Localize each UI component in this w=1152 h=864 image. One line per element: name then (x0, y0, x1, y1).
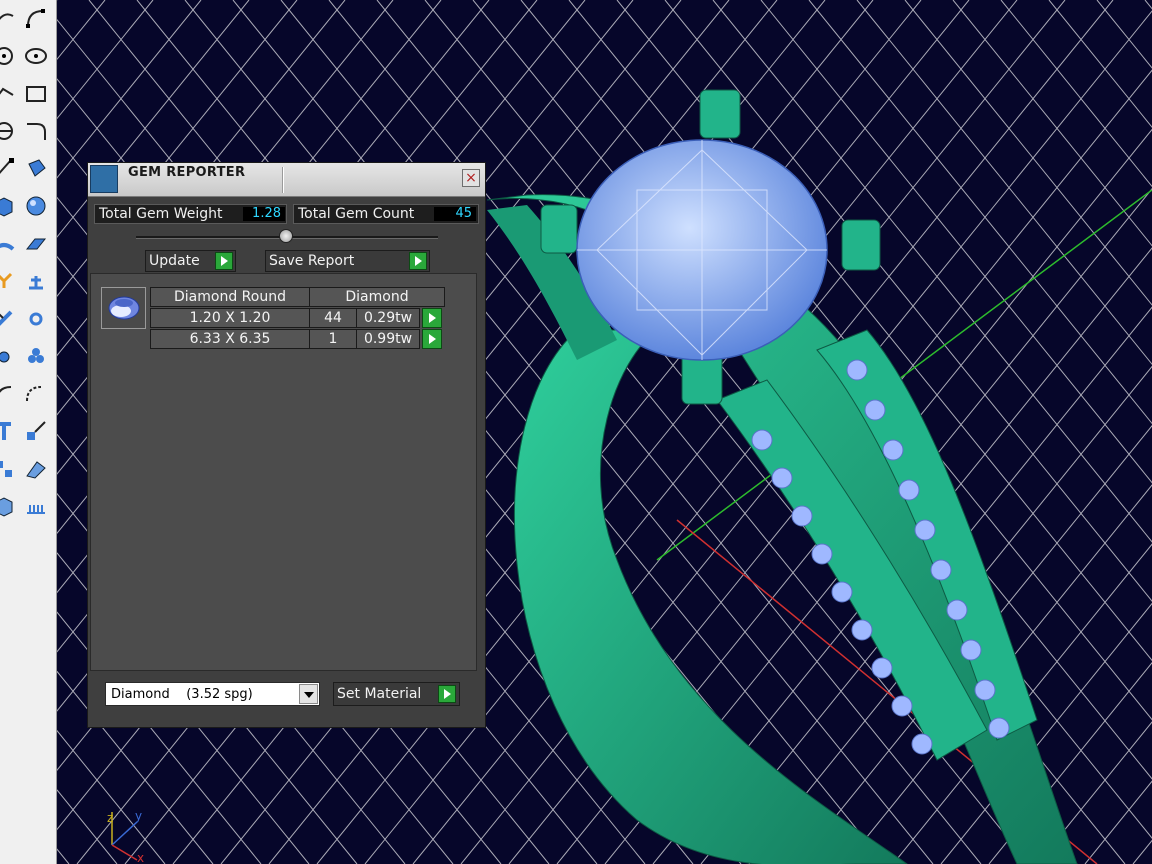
row1-count: 44 (309, 308, 357, 328)
grid-line (1048, 0, 1152, 128)
save-report-go-icon (409, 252, 427, 270)
window-title: GEM REPORTER (128, 165, 246, 180)
box-icon[interactable] (0, 188, 18, 226)
total-gem-weight-value: 1.28 (243, 207, 285, 221)
cube-icon[interactable] (0, 488, 18, 526)
row2-select-button[interactable] (422, 329, 442, 349)
grid-line (1096, 0, 1152, 69)
grid-line (57, 848, 70, 864)
set-material-button[interactable]: Set Material (333, 682, 460, 706)
gumball-icon[interactable] (22, 263, 50, 301)
axis-y-label: y (135, 809, 142, 823)
update-go-icon (215, 252, 233, 270)
fillet-icon[interactable] (22, 113, 50, 151)
dots-icon[interactable] (22, 338, 50, 376)
total-gem-weight: Total Gem Weight 1.28 (94, 204, 287, 224)
measure-icon[interactable] (22, 488, 50, 526)
total-gem-weight-label: Total Gem Weight (99, 206, 223, 222)
save-report-label: Save Report (269, 253, 355, 269)
axis-x-label: x (137, 851, 144, 864)
update-button[interactable]: Update (145, 250, 236, 272)
row1-weight: 0.29tw (356, 308, 420, 328)
axis-indicator: z y x (107, 809, 144, 864)
row2-size: 6.33 X 6.35 (150, 329, 310, 349)
row2-weight: 0.99tw (356, 329, 420, 349)
array-icon[interactable] (22, 413, 50, 451)
gem-thumbnail[interactable] (101, 287, 146, 329)
scale-icon[interactable] (22, 375, 50, 413)
circle-icon[interactable] (0, 38, 18, 76)
polyline-icon[interactable] (0, 75, 18, 113)
axis-z-label: z (107, 811, 113, 825)
set-material-label: Set Material (337, 686, 422, 702)
material-value: Diamond (3.52 spg) (111, 686, 253, 702)
patch-icon[interactable] (22, 225, 50, 263)
curve-icon[interactable] (0, 0, 18, 38)
toolbar-column-2 (22, 0, 50, 525)
trim-icon[interactable] (0, 300, 18, 338)
total-gem-count-value: 45 (434, 207, 476, 221)
close-button[interactable]: × (462, 169, 480, 187)
arc-icon[interactable] (22, 0, 50, 38)
split-icon[interactable] (22, 300, 50, 338)
join-icon[interactable] (0, 338, 18, 376)
total-gem-count: Total Gem Count 45 (293, 204, 479, 224)
set-material-go-icon (438, 685, 456, 703)
row1-select-button[interactable] (422, 308, 442, 328)
grid-line (1144, 0, 1152, 10)
header-material: Diamond (309, 287, 445, 307)
gem-list: Diamond Round Diamond 1.20 X 1.20 44 0.2… (90, 273, 477, 671)
title-bar[interactable]: GEM REPORTER × (88, 163, 485, 197)
rectangle-icon[interactable] (22, 75, 50, 113)
layer-icon[interactable] (22, 450, 50, 488)
material-dropdown[interactable]: Diamond (3.52 spg) (105, 682, 320, 706)
surface-icon[interactable] (0, 225, 18, 263)
header-shape: Diamond Round (150, 287, 310, 307)
chevron-down-icon[interactable] (299, 684, 318, 704)
title-divider (282, 167, 283, 193)
total-gem-count-label: Total Gem Count (298, 206, 415, 222)
sphere-icon[interactable] (22, 188, 50, 226)
text-icon[interactable] (0, 413, 18, 451)
line-icon[interactable] (0, 150, 18, 188)
point-icon[interactable] (0, 113, 18, 151)
toolbar (0, 0, 57, 864)
row2-count: 1 (309, 329, 357, 349)
diamond-round-icon (108, 296, 140, 320)
group-icon[interactable] (0, 450, 18, 488)
gem-reporter-window: GEM REPORTER × Total Gem Weight 1.28 Tot… (87, 162, 486, 728)
gem-reporter-app-icon (90, 165, 118, 193)
ellipse-icon[interactable] (22, 38, 50, 76)
save-report-button[interactable]: Save Report (265, 250, 430, 272)
update-label: Update (149, 253, 200, 269)
slider-knob[interactable] (279, 229, 293, 243)
toolbar-column-1 (0, 0, 18, 525)
move-icon[interactable] (0, 375, 18, 413)
explode-icon[interactable] (0, 263, 18, 301)
row1-size: 1.20 X 1.20 (150, 308, 310, 328)
revolve-icon[interactable] (22, 150, 50, 188)
close-icon: × (465, 170, 477, 186)
ring-model[interactable] (486, 89, 1078, 864)
